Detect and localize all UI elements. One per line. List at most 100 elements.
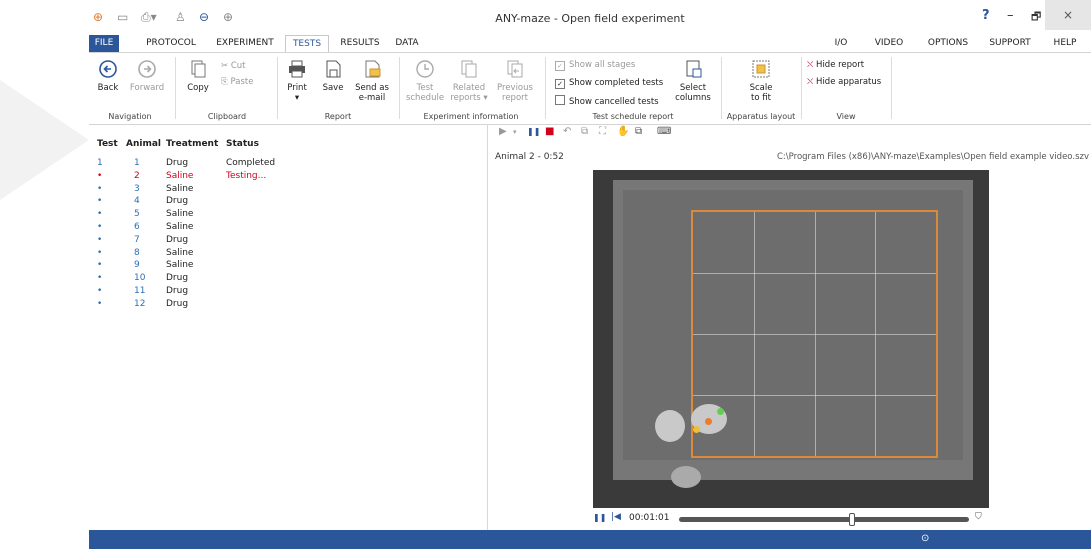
test-cell: • — [97, 209, 103, 220]
help-icon[interactable]: ? — [982, 8, 990, 23]
animal-cell: 10 — [134, 273, 146, 284]
email-icon — [365, 60, 381, 78]
hand-icon[interactable]: ✋ — [617, 126, 629, 137]
keyboard-icon[interactable]: ⌨ — [657, 126, 671, 137]
title-bar: ⊕ ▭ ⎙▾ ♙ ⊖ ⊕ ANY-maze - Open field exper… — [89, 0, 1091, 34]
speed-icon[interactable]: ⛉ — [975, 512, 982, 522]
print-button[interactable]: Print ▾ — [283, 59, 311, 103]
cut-button[interactable]: ✂ Cut — [221, 61, 245, 71]
scale-to-fit-button[interactable]: Scale to fit — [741, 59, 781, 103]
treatment-cell: Saline — [166, 183, 194, 194]
save-icon — [326, 60, 341, 78]
play-icon[interactable]: ▶ — [499, 126, 507, 137]
test-cell: • — [97, 183, 103, 194]
playbar-pause-icon[interactable]: ❚❚ — [593, 513, 606, 522]
tab-options[interactable]: OPTIONS — [923, 35, 973, 52]
back-button[interactable]: Back — [95, 59, 121, 93]
restore-button[interactable]: 🗗 — [1031, 8, 1041, 27]
snapshot-icon[interactable]: ⧉ — [581, 126, 588, 137]
tab-data[interactable]: DATA — [391, 35, 423, 52]
tab-tests[interactable]: TESTS — [285, 35, 329, 53]
tab-file[interactable]: FILE — [89, 35, 119, 52]
fit-icon[interactable]: ⛶ — [599, 126, 606, 137]
treatment-cell: Drug — [166, 286, 189, 296]
save-button[interactable]: Save — [321, 59, 345, 93]
show-all-stages-checkbox[interactable]: ✓ Show all stages — [555, 60, 635, 71]
left-margin — [0, 0, 89, 549]
show-cancelled-tests-checkbox[interactable]: Show cancelled tests — [555, 95, 659, 107]
test-cell: • — [97, 260, 103, 271]
playback-bar: ❚❚ |◀ 00:01:01 ⛉ — [593, 512, 993, 526]
animal-cell: 7 — [134, 234, 140, 245]
tab-io[interactable]: I/O — [827, 35, 855, 52]
stop-icon[interactable]: ■ — [545, 126, 554, 137]
select-columns-button[interactable]: Select columns — [673, 59, 713, 103]
treatment-cell: Saline — [166, 222, 194, 232]
group-view: View — [836, 112, 856, 121]
group-test-schedule-report: Test schedule report — [592, 112, 674, 121]
status-bar: ⊙ — [89, 530, 1091, 549]
test-cell: • — [97, 286, 103, 296]
play-dropdown-icon[interactable]: ▾ — [513, 128, 517, 136]
tail-dot — [693, 426, 700, 433]
tab-help[interactable]: HELP — [1047, 35, 1083, 52]
treatment-cell: Drug — [166, 196, 189, 207]
paste-button[interactable]: ⎘ Paste — [221, 77, 253, 87]
separator — [545, 57, 546, 119]
tab-experiment[interactable]: EXPERIMENT — [209, 35, 281, 52]
animal-cell: 9 — [134, 260, 140, 271]
separator — [399, 57, 400, 119]
animal-cell: 3 — [134, 183, 140, 194]
treatment-cell: Drug — [166, 158, 189, 168]
treatment-cell: Drug — [166, 273, 189, 284]
pause-icon[interactable]: ❚❚ — [527, 127, 540, 136]
rewind-icon[interactable]: |◀ — [611, 512, 621, 522]
window-title: ANY-maze - Open field experiment — [495, 12, 685, 25]
copy-icon — [191, 60, 206, 78]
animal-cell: 2 — [134, 170, 140, 181]
group-apparatus-layout: Apparatus layout — [726, 112, 796, 121]
test-cell: • — [97, 247, 103, 258]
tab-protocol[interactable]: PROTOCOL — [141, 35, 201, 52]
head-dot — [717, 408, 724, 415]
tab-results[interactable]: RESULTS — [337, 35, 383, 52]
minimize-button[interactable]: – — [1007, 8, 1014, 23]
test-cell: 1 — [97, 158, 103, 168]
close-button[interactable]: × — [1045, 0, 1091, 30]
show-completed-tests-checkbox[interactable]: ✓ Show completed tests — [555, 78, 663, 89]
separator — [801, 57, 802, 119]
record-icon[interactable]: ⧉ — [635, 126, 642, 137]
copy-button[interactable]: Copy — [183, 59, 213, 93]
scale-to-fit-icon — [752, 60, 770, 78]
treatment-cell: Saline — [166, 247, 194, 258]
forward-button[interactable]: Forward — [129, 59, 165, 93]
previous-report-button[interactable]: Previous report — [495, 59, 535, 103]
ribbon: Back Forward Navigation Copy ✂ Cut ⎘ Pas… — [89, 52, 1091, 125]
center-dot — [705, 418, 712, 425]
treatment-cell: Saline — [166, 170, 194, 181]
send-email-button[interactable]: Send as e-mail — [351, 59, 393, 103]
treatment-cell: Drug — [166, 298, 189, 309]
treatment-cell: Saline — [166, 260, 194, 271]
separator — [175, 57, 176, 119]
tab-support[interactable]: SUPPORT — [985, 35, 1035, 52]
undo-icon[interactable]: ↶ — [563, 126, 571, 137]
hide-report-button[interactable]: ⛌ Hide report — [807, 60, 864, 70]
video-frame[interactable] — [593, 170, 989, 508]
collapse-icon[interactable]: ⊙ — [921, 533, 929, 544]
test-schedule-button[interactable]: Test schedule — [405, 59, 445, 103]
test-cell: • — [97, 222, 103, 232]
separator — [721, 57, 722, 119]
pane-divider[interactable] — [487, 124, 488, 530]
paste-icon: ⎘ — [221, 77, 231, 87]
tab-video[interactable]: VIDEO — [869, 35, 909, 52]
hide-apparatus-button[interactable]: ⛌ Hide apparatus — [807, 77, 881, 87]
status-cell: Completed — [226, 158, 276, 168]
previous-report-icon — [507, 60, 523, 78]
documents-icon — [461, 60, 477, 78]
seek-track[interactable] — [679, 517, 969, 522]
clock-icon — [416, 60, 434, 78]
video-time: 00:01:01 — [629, 513, 670, 523]
seek-thumb[interactable] — [849, 513, 855, 526]
related-reports-button[interactable]: Related reports ▾ — [449, 59, 489, 103]
